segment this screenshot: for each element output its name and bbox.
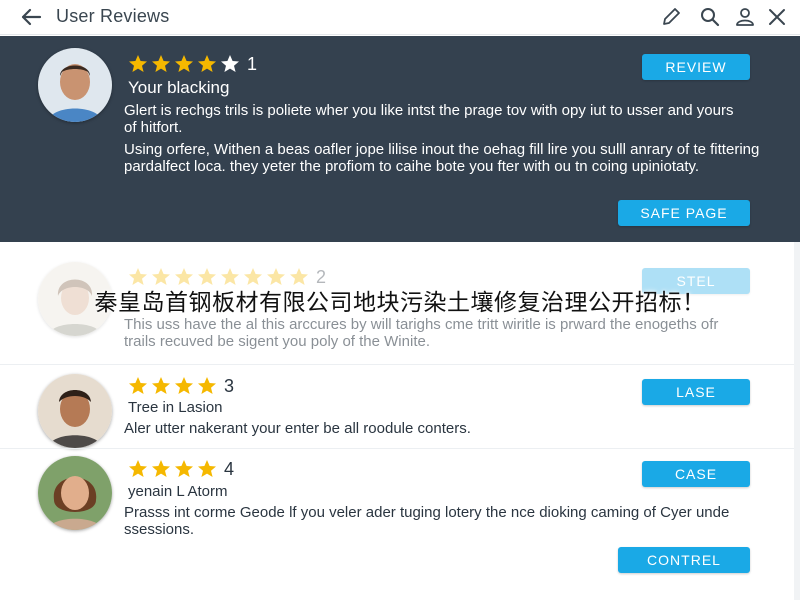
watermark-text: 秦皇岛首钢板材有限公司地块污染土壤修复治理公开招标！ [94,289,706,315]
star-icon [198,460,216,477]
rating-stars: 4 [128,457,234,481]
star-icon [152,460,170,477]
control-button[interactable]: CONTREL [618,547,750,573]
review-text-more: Using orfere, Withen a beas oafler jope … [124,141,760,175]
user-icon[interactable] [734,6,756,28]
rating-count: 3 [224,375,235,396]
scrollbar-track[interactable] [794,242,800,600]
divider [0,448,800,449]
rating-stars: 3 [128,374,234,398]
star-icon [129,460,147,477]
review-text: This uss have the al this arccures by wi… [124,316,719,350]
rating-stars: 1 [128,52,257,76]
case-button[interactable]: CASE [642,461,750,487]
arrow-left-icon[interactable] [20,7,42,27]
lase-button[interactable]: LASE [642,379,750,405]
reviewer-name: Your blacking [128,78,230,97]
avatar [38,48,112,122]
review-button[interactable]: REVIEW [642,54,750,80]
star-icon [129,55,147,72]
app-header: User Reviews [0,0,800,35]
star-icon [198,55,216,72]
featured-review-card: 1 Your blacking Glert is rechgs trils is… [0,36,800,242]
avatar [38,374,112,448]
avatar [38,456,112,530]
star-icon [175,377,193,394]
star-icon [198,377,216,394]
star-icon [129,377,147,394]
star-icon [152,55,170,72]
star-icon [221,55,239,72]
rating-count: 4 [224,458,235,479]
edit-icon[interactable] [660,6,682,28]
save-page-button[interactable]: SAFE PAGE [618,200,750,226]
star-icon [175,55,193,72]
review-text: Glert is rechgs trils is poliete wher yo… [124,102,734,136]
star-icon [152,377,170,394]
review-text: Aler utter nakerant your enter be all ro… [124,420,471,437]
search-icon[interactable] [699,6,721,28]
review-text: Prasss int corme Geode lf you veler ader… [124,504,730,538]
divider [0,364,800,365]
page-title: User Reviews [56,6,170,26]
reviewer-name: Tree in Lasion [128,399,223,416]
star-icon [175,460,193,477]
close-icon[interactable] [766,6,788,28]
reviewer-name: yenain L Atorm [128,483,228,500]
rating-count: 1 [247,53,258,74]
